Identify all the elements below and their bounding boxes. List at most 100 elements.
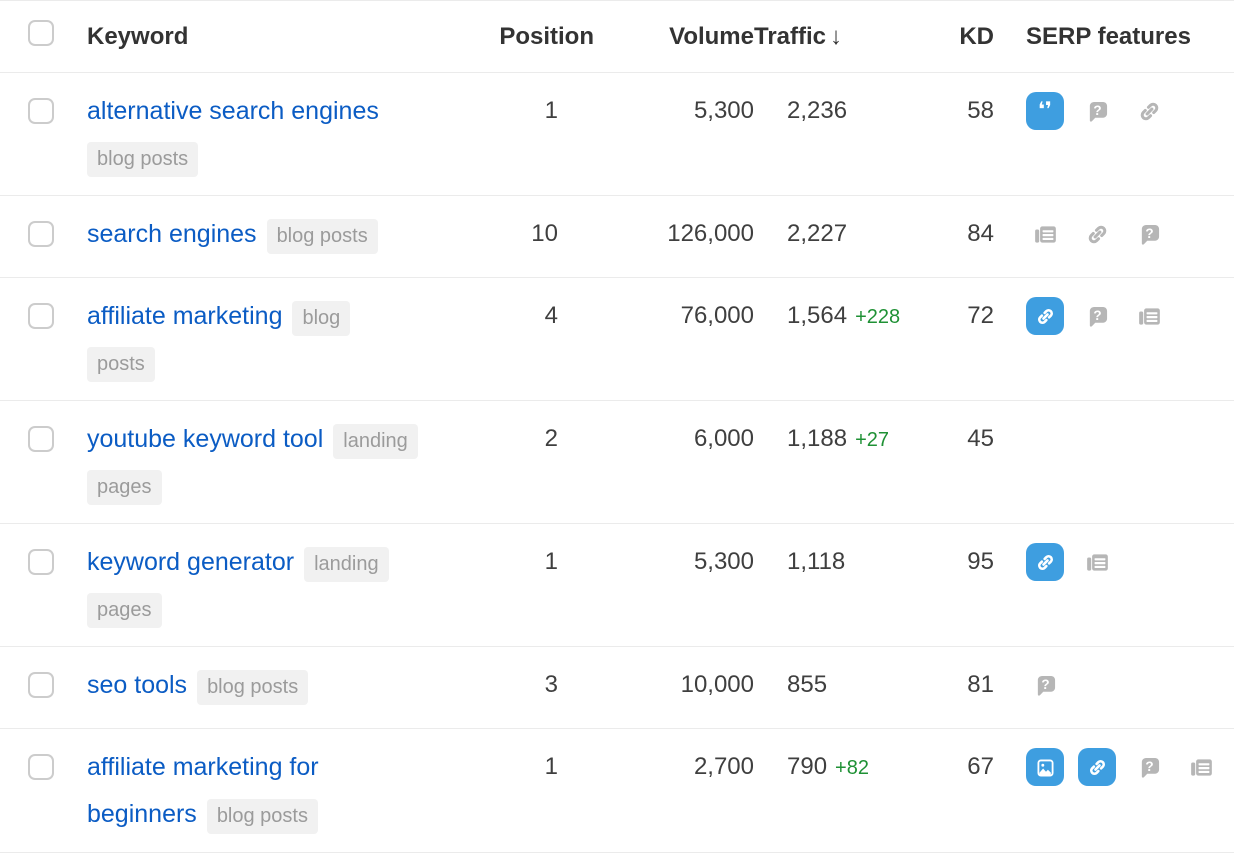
row-checkbox[interactable] bbox=[28, 221, 54, 247]
position-value: 10 bbox=[480, 196, 594, 271]
table-row: affiliate marketing for beginnersblog po… bbox=[0, 729, 1234, 853]
sitelinks-icon bbox=[1026, 297, 1064, 335]
row-checkbox-cell bbox=[0, 401, 87, 482]
volume-value: 5,300 bbox=[594, 73, 754, 148]
position-value: 3 bbox=[480, 647, 594, 722]
column-header-traffic-label: Traffic bbox=[754, 23, 826, 50]
traffic-value: 1,564 bbox=[787, 302, 847, 329]
traffic-value: 790 bbox=[787, 753, 827, 780]
sort-desc-icon: ↓ bbox=[830, 23, 842, 50]
volume-value: 2,700 bbox=[594, 729, 754, 804]
row-checkbox[interactable] bbox=[28, 303, 54, 329]
keyword-cell: affiliate marketingblogposts bbox=[87, 278, 480, 400]
top-stories-icon bbox=[1130, 302, 1168, 330]
svg-text:?: ? bbox=[1093, 307, 1101, 322]
keyword-link[interactable]: alternative search engines bbox=[87, 97, 379, 125]
keyword-tag: blog posts bbox=[87, 142, 198, 177]
keyword-cell: youtube keyword tool landing pages bbox=[87, 401, 480, 523]
traffic-value: 855 bbox=[787, 671, 827, 698]
sitelinks-icon bbox=[1026, 543, 1064, 581]
row-checkbox-cell bbox=[0, 73, 87, 154]
volume-value: 5,300 bbox=[594, 524, 754, 599]
svg-text:?: ? bbox=[1093, 102, 1101, 117]
row-checkbox[interactable] bbox=[28, 98, 54, 124]
row-checkbox-cell bbox=[0, 196, 87, 277]
people-also-ask-icon: ? bbox=[1078, 302, 1116, 330]
table-header: Keyword Position Volume Traffic↓ KD SERP… bbox=[0, 1, 1234, 73]
kd-value: 84 bbox=[922, 196, 994, 271]
position-value: 1 bbox=[480, 729, 594, 804]
column-header-volume[interactable]: Volume bbox=[594, 23, 754, 51]
kd-value: 45 bbox=[922, 401, 994, 476]
table-row: alternative search enginesblog posts 1 5… bbox=[0, 73, 1234, 196]
traffic-cell: 2,236 bbox=[754, 73, 922, 149]
people-also-ask-icon: ? bbox=[1026, 671, 1064, 699]
column-header-traffic[interactable]: Traffic↓ bbox=[754, 23, 922, 51]
keyword-link[interactable]: keyword generator bbox=[87, 548, 294, 576]
volume-value: 76,000 bbox=[594, 278, 754, 353]
featured-snippet-icon: ❛❜ bbox=[1026, 92, 1064, 130]
position-value: 4 bbox=[480, 278, 594, 353]
row-checkbox[interactable] bbox=[28, 754, 54, 780]
select-all-checkbox[interactable] bbox=[28, 20, 54, 46]
top-stories-icon bbox=[1182, 753, 1220, 781]
row-checkbox[interactable] bbox=[28, 549, 54, 575]
sitelinks-icon bbox=[1078, 748, 1116, 786]
traffic-change: +228 bbox=[855, 306, 900, 328]
traffic-change: +27 bbox=[855, 429, 889, 451]
keyword-tag: landing bbox=[333, 424, 418, 459]
keywords-table: Keyword Position Volume Traffic↓ KD SERP… bbox=[0, 0, 1234, 853]
volume-value: 6,000 bbox=[594, 401, 754, 476]
position-value: 1 bbox=[480, 524, 594, 599]
column-header-serp-features: SERP features bbox=[994, 23, 1234, 51]
table-row: youtube keyword tool landing pages 2 6,000… bbox=[0, 401, 1234, 524]
row-checkbox[interactable] bbox=[28, 426, 54, 452]
serp-features: ? bbox=[994, 729, 1234, 800]
serp-features: ? bbox=[994, 196, 1234, 262]
table-row: search engines blog posts 10 126,000 2,22… bbox=[0, 196, 1234, 278]
row-checkbox-cell bbox=[0, 647, 87, 728]
position-value: 2 bbox=[480, 401, 594, 476]
svg-text:?: ? bbox=[1041, 676, 1049, 691]
volume-value: 10,000 bbox=[594, 647, 754, 722]
keyword-cell: affiliate marketing for beginnersblog po… bbox=[87, 729, 480, 852]
kd-value: 81 bbox=[922, 647, 994, 722]
keyword-link[interactable]: search engines bbox=[87, 220, 257, 248]
keyword-cell: search engines blog posts bbox=[87, 196, 480, 272]
keyword-tag: pages bbox=[87, 470, 162, 505]
keyword-link[interactable]: seo tools bbox=[87, 671, 187, 699]
people-also-ask-icon: ? bbox=[1130, 753, 1168, 781]
traffic-cell: 790+82 bbox=[754, 729, 922, 805]
kd-value: 95 bbox=[922, 524, 994, 599]
column-header-kd[interactable]: KD bbox=[922, 23, 994, 51]
table-row: keyword generatorlandingpages 1 5,300 1,… bbox=[0, 524, 1234, 647]
row-checkbox-cell bbox=[0, 524, 87, 605]
image-pack-icon bbox=[1026, 748, 1064, 786]
serp-features: ❛❜? bbox=[994, 73, 1234, 144]
keyword-link[interactable]: youtube keyword tool bbox=[87, 425, 323, 453]
serp-features: ? bbox=[994, 278, 1234, 349]
traffic-cell: 2,227 bbox=[754, 196, 922, 272]
row-checkbox[interactable] bbox=[28, 672, 54, 698]
row-checkbox-cell bbox=[0, 278, 87, 359]
volume-value: 126,000 bbox=[594, 196, 754, 271]
keyword-tag: blog posts bbox=[267, 219, 378, 254]
column-header-position[interactable]: Position bbox=[480, 23, 594, 51]
table-row: seo toolsblog posts 3 10,000 855 81 ? bbox=[0, 647, 1234, 729]
serp-features bbox=[994, 401, 1234, 430]
kd-value: 67 bbox=[922, 729, 994, 804]
kd-value: 72 bbox=[922, 278, 994, 353]
column-header-keyword[interactable]: Keyword bbox=[87, 23, 480, 51]
serp-features bbox=[994, 524, 1234, 595]
keyword-cell: keyword generatorlandingpages bbox=[87, 524, 480, 646]
traffic-value: 1,188 bbox=[787, 425, 847, 452]
sitelinks-icon bbox=[1078, 220, 1116, 248]
table-row: affiliate marketingblogposts 4 76,000 1,… bbox=[0, 278, 1234, 401]
keyword-tag: landing bbox=[304, 547, 389, 582]
traffic-cell: 1,564 +228 bbox=[754, 278, 922, 354]
sitelinks-icon bbox=[1130, 97, 1168, 125]
row-checkbox-cell bbox=[0, 729, 87, 810]
svg-text:?: ? bbox=[1145, 758, 1153, 773]
traffic-cell: 855 bbox=[754, 647, 922, 723]
keyword-link[interactable]: affiliate marketing bbox=[87, 302, 282, 330]
